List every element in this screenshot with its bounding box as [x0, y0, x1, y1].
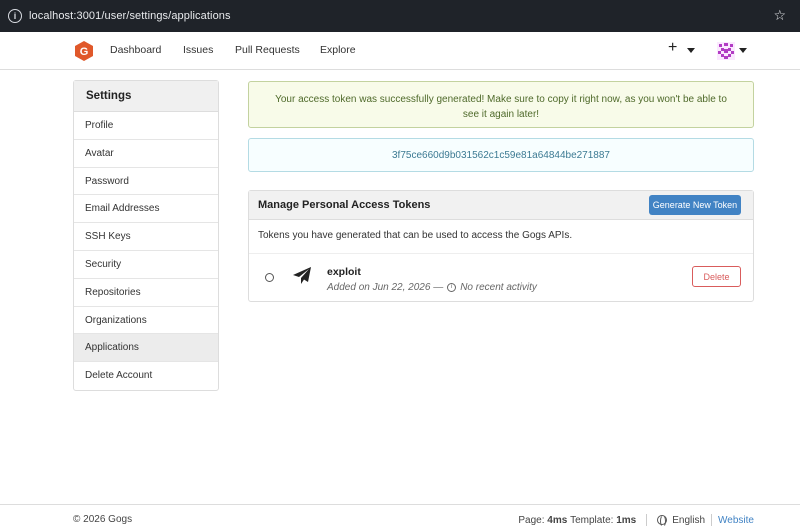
sidebar-item-email-addresses[interactable]: Email Addresses: [74, 195, 218, 224]
bookmark-star-icon[interactable]: ☆: [773, 8, 786, 22]
nav-pull-requests[interactable]: Pull Requests: [235, 44, 300, 56]
sidebar-item-security[interactable]: Security: [74, 251, 218, 279]
panel-header: Manage Personal Access Tokens Generate N…: [249, 191, 753, 220]
sidebar-item-delete-account[interactable]: Delete Account: [74, 362, 218, 390]
generate-new-token-button[interactable]: Generate New Token: [649, 195, 741, 215]
sidebar-item-applications[interactable]: Applications: [74, 334, 218, 363]
token-status-dot: [265, 273, 274, 282]
user-avatar[interactable]: [717, 42, 735, 60]
nav-issues[interactable]: Issues: [183, 44, 213, 56]
token-added-date: Added on Jun 22, 2026 —: [327, 282, 444, 293]
gogs-logo[interactable]: G: [75, 41, 93, 61]
token-row: exploit Added on Jun 22, 2026 — i No rec…: [249, 254, 753, 302]
panel-description: Tokens you have generated that can be us…: [249, 220, 753, 254]
access-tokens-panel: Manage Personal Access Tokens Generate N…: [248, 190, 754, 302]
page-time-label: Page:: [518, 514, 545, 526]
website-link[interactable]: Website: [718, 515, 754, 526]
sidebar-title: Settings: [74, 81, 218, 112]
footer-right: Page: 4ms Template: 1ms English Website: [518, 514, 754, 527]
footer-copyright: © 2026 Gogs: [73, 514, 133, 525]
paper-plane-icon: [293, 267, 311, 284]
token-name: exploit: [327, 266, 361, 278]
browser-address-bar[interactable]: i localhost:3001/user/settings/applicati…: [0, 0, 800, 32]
generated-token-value[interactable]: 3f75ce660d9b031562c1c59e81a64844be271887: [248, 138, 754, 172]
sidebar-item-repositories[interactable]: Repositories: [74, 279, 218, 307]
footer-separator: [711, 514, 713, 526]
footer-divider: [646, 514, 648, 526]
language-selector[interactable]: English: [672, 515, 705, 526]
success-alert: Your access token was successfully gener…: [248, 81, 754, 128]
sidebar-item-organizations[interactable]: Organizations: [74, 307, 218, 335]
user-menu-caret-icon[interactable]: [739, 48, 747, 53]
create-new-plus-icon[interactable]: +: [668, 39, 677, 57]
nav-dashboard[interactable]: Dashboard: [110, 44, 161, 56]
sidebar-item-ssh-keys[interactable]: SSH Keys: [74, 223, 218, 251]
site-info-icon[interactable]: i: [8, 9, 22, 23]
url-text[interactable]: localhost:3001/user/settings/application…: [29, 10, 231, 22]
nav-explore[interactable]: Explore: [320, 44, 356, 56]
top-navigation: G Dashboard Issues Pull Requests Explore…: [0, 32, 800, 70]
sidebar-item-profile[interactable]: Profile: [74, 112, 218, 140]
svg-text:G: G: [80, 46, 89, 58]
settings-sidebar: Settings Profile Avatar Password Email A…: [73, 80, 219, 391]
sidebar-item-password[interactable]: Password: [74, 168, 218, 196]
token-meta: Added on Jun 22, 2026 — i No recent acti…: [327, 282, 537, 293]
token-activity: No recent activity: [460, 282, 537, 293]
info-icon: i: [447, 283, 457, 292]
globe-icon[interactable]: [657, 515, 668, 527]
footer: © 2026 Gogs Page: 4ms Template: 1ms Engl…: [0, 504, 800, 527]
template-time: 1ms: [616, 514, 637, 526]
template-time-label: Template:: [570, 514, 614, 526]
panel-title: Manage Personal Access Tokens: [258, 199, 431, 211]
sidebar-item-avatar[interactable]: Avatar: [74, 140, 218, 168]
create-dropdown-caret-icon[interactable]: [687, 48, 695, 53]
page-time: 4ms: [547, 514, 568, 526]
delete-token-button[interactable]: Delete: [692, 266, 741, 287]
